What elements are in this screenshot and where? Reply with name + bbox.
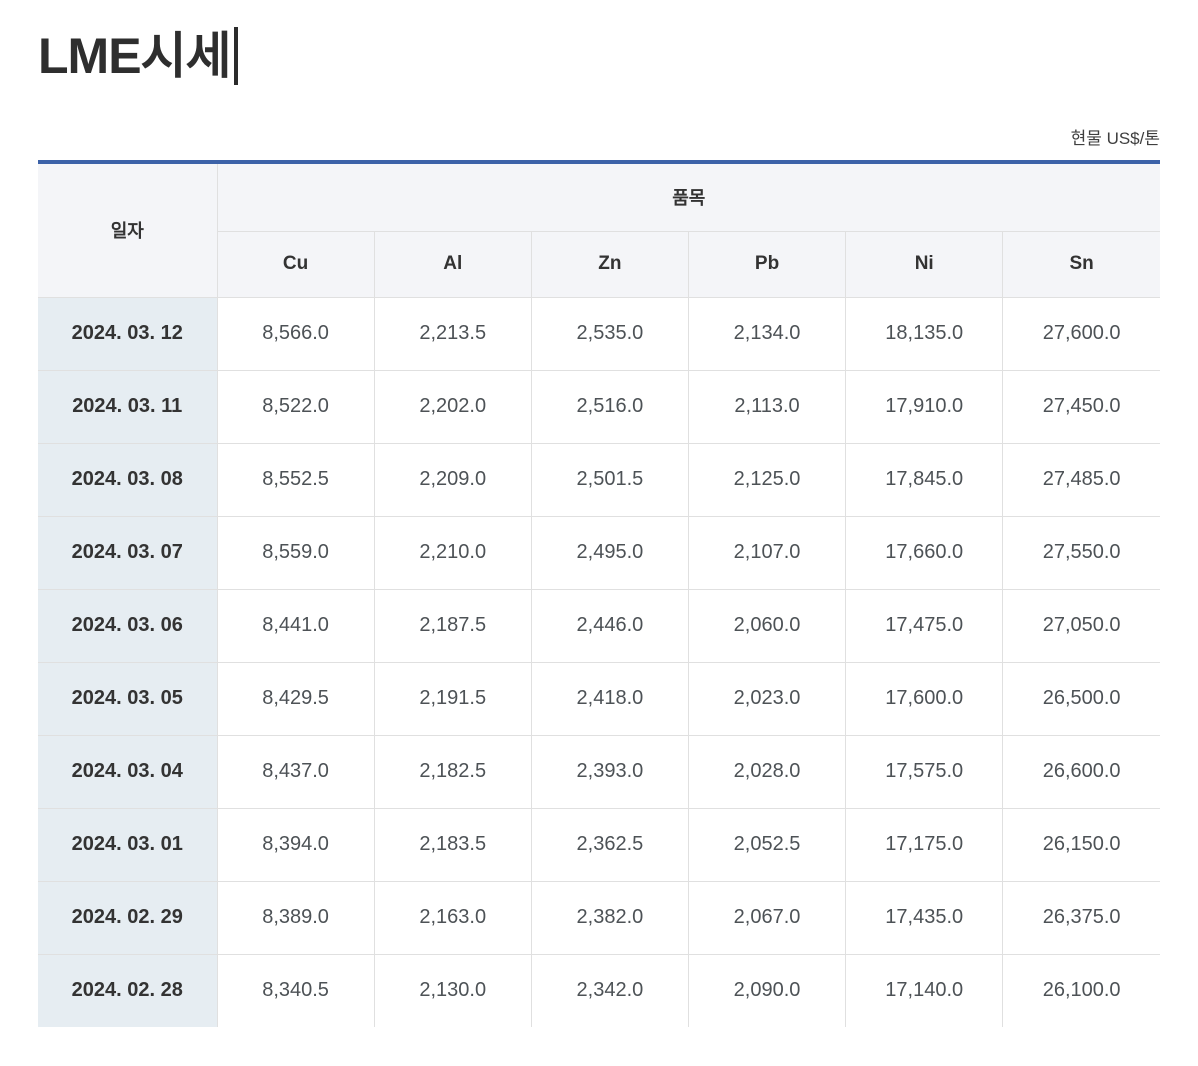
price-cell-zn: 2,362.5 [530,807,689,882]
price-cell-ni: 17,660.0 [845,515,1004,590]
price-cell-sn: 26,150.0 [1002,807,1161,882]
header-group-row: 일자 품목 [37,163,1161,298]
table-row: 2024. 03. 05 8,429.5 2,191.5 2,418.0 2,023.0… [37,661,1161,736]
price-cell-al: 2,130.0 [373,953,532,1028]
price-cell-cu: 8,437.0 [216,734,375,809]
price-cell-pb: 2,113.0 [687,369,847,444]
price-cell-cu: 8,441.0 [216,588,375,663]
date-cell: 2024. 02. 29 [37,880,218,955]
price-cell-pb: 2,028.0 [687,734,847,809]
page-title-text: LME시세 [38,28,232,84]
price-cell-al: 2,163.0 [373,880,532,955]
price-cell-zn: 2,516.0 [530,369,689,444]
price-cell-sn: 27,450.0 [1002,369,1161,444]
date-cell: 2024. 03. 11 [37,369,218,444]
price-cell-pb: 2,134.0 [687,296,847,371]
date-cell: 2024. 03. 01 [37,807,218,882]
table-row: 2024. 03. 12 8,566.0 2,213.5 2,535.0 2,134.0… [37,296,1161,371]
metal-header-zn: Zn [530,230,689,298]
table-row: 2024. 03. 07 8,559.0 2,210.0 2,495.0 2,107.0… [37,515,1161,590]
date-cell: 2024. 03. 12 [37,296,218,371]
price-cell-sn: 26,375.0 [1002,880,1161,955]
price-cell-cu: 8,522.0 [216,369,375,444]
price-cell-zn: 2,418.0 [530,661,689,736]
price-cell-ni: 17,175.0 [845,807,1004,882]
table-row: 2024. 02. 28 8,340.5 2,130.0 2,342.0 2,090.0… [37,953,1161,1028]
price-cell-pb: 2,052.5 [687,807,847,882]
price-cell-sn: 27,600.0 [1002,296,1161,371]
price-cell-ni: 17,435.0 [845,880,1004,955]
price-cell-al: 2,183.5 [373,807,532,882]
price-cell-cu: 8,559.0 [216,515,375,590]
price-cell-sn: 27,050.0 [1002,588,1161,663]
metal-header-ni: Ni [845,230,1004,298]
table-row: 2024. 02. 29 8,389.0 2,163.0 2,382.0 2,067.0… [37,880,1161,955]
price-cell-al: 2,210.0 [373,515,532,590]
price-cell-pb: 2,107.0 [687,515,847,590]
price-cell-zn: 2,446.0 [530,588,689,663]
price-cell-pb: 2,125.0 [687,442,847,517]
price-cell-sn: 27,485.0 [1002,442,1161,517]
title-cursor-bar [233,27,238,85]
date-column-header: 일자 [37,163,218,298]
price-table-body: 2024. 03. 12 8,566.0 2,213.5 2,535.0 2,134.0… [37,296,1161,1028]
price-cell-cu: 8,429.5 [216,661,375,736]
price-cell-cu: 8,552.5 [216,442,375,517]
price-cell-al: 2,187.5 [373,588,532,663]
table-row: 2024. 03. 04 8,437.0 2,182.5 2,393.0 2,028.0… [37,734,1161,809]
price-cell-zn: 2,535.0 [530,296,689,371]
price-cell-cu: 8,389.0 [216,880,375,955]
price-cell-ni: 17,575.0 [845,734,1004,809]
price-cell-pb: 2,067.0 [687,880,847,955]
price-cell-zn: 2,342.0 [530,953,689,1028]
price-cell-pb: 2,060.0 [687,588,847,663]
price-cell-pb: 2,023.0 [687,661,847,736]
price-cell-sn: 27,550.0 [1002,515,1161,590]
price-cell-sn: 26,100.0 [1002,953,1161,1028]
price-cell-ni: 17,845.0 [845,442,1004,517]
price-cell-zn: 2,382.0 [530,880,689,955]
page-container: LME시세 현물 US$/톤 일자 품목 Cu Al Zn Pb Ni Sn 2024. … [0,26,1198,1028]
price-cell-al: 2,213.5 [373,296,532,371]
price-cell-pb: 2,090.0 [687,953,847,1028]
price-cell-al: 2,191.5 [373,661,532,736]
price-cell-zn: 2,501.5 [530,442,689,517]
price-cell-al: 2,209.0 [373,442,532,517]
price-cell-cu: 8,394.0 [216,807,375,882]
price-cell-ni: 18,135.0 [845,296,1004,371]
table-row: 2024. 03. 11 8,522.0 2,202.0 2,516.0 2,113.0… [37,369,1161,444]
price-cell-sn: 26,500.0 [1002,661,1161,736]
price-cell-zn: 2,495.0 [530,515,689,590]
lme-price-table: 일자 품목 Cu Al Zn Pb Ni Sn 2024. 03. 12 8,566.0 2,… [37,163,1161,1028]
date-cell: 2024. 03. 05 [37,661,218,736]
price-cell-al: 2,182.5 [373,734,532,809]
item-group-header: 품목 [216,163,1161,232]
date-cell: 2024. 03. 08 [37,442,218,517]
table-row: 2024. 03. 08 8,552.5 2,209.0 2,501.5 2,125.0… [37,442,1161,517]
date-cell: 2024. 03. 04 [37,734,218,809]
price-cell-ni: 17,600.0 [845,661,1004,736]
table-row: 2024. 03. 06 8,441.0 2,187.5 2,446.0 2,060.0… [37,588,1161,663]
unit-note: 현물 US$/톤 [1070,129,1160,148]
price-cell-ni: 17,475.0 [845,588,1004,663]
metal-header-cu: Cu [216,230,375,298]
price-cell-zn: 2,393.0 [530,734,689,809]
price-cell-ni: 17,140.0 [845,953,1004,1028]
metal-header-sn: Sn [1002,230,1161,298]
price-cell-al: 2,202.0 [373,369,532,444]
price-cell-cu: 8,340.5 [216,953,375,1028]
metal-header-pb: Pb [687,230,847,298]
price-cell-ni: 17,910.0 [845,369,1004,444]
date-cell: 2024. 03. 07 [37,515,218,590]
price-table-wrapper: 일자 품목 Cu Al Zn Pb Ni Sn 2024. 03. 12 8,566.0 2,… [37,160,1161,1028]
page-title: LME시세 [38,26,1160,86]
date-cell: 2024. 03. 06 [37,588,218,663]
price-cell-cu: 8,566.0 [216,296,375,371]
date-cell: 2024. 02. 28 [37,953,218,1028]
price-cell-sn: 26,600.0 [1002,734,1161,809]
table-row: 2024. 03. 01 8,394.0 2,183.5 2,362.5 2,052.5… [37,807,1161,882]
metal-header-al: Al [373,230,532,298]
